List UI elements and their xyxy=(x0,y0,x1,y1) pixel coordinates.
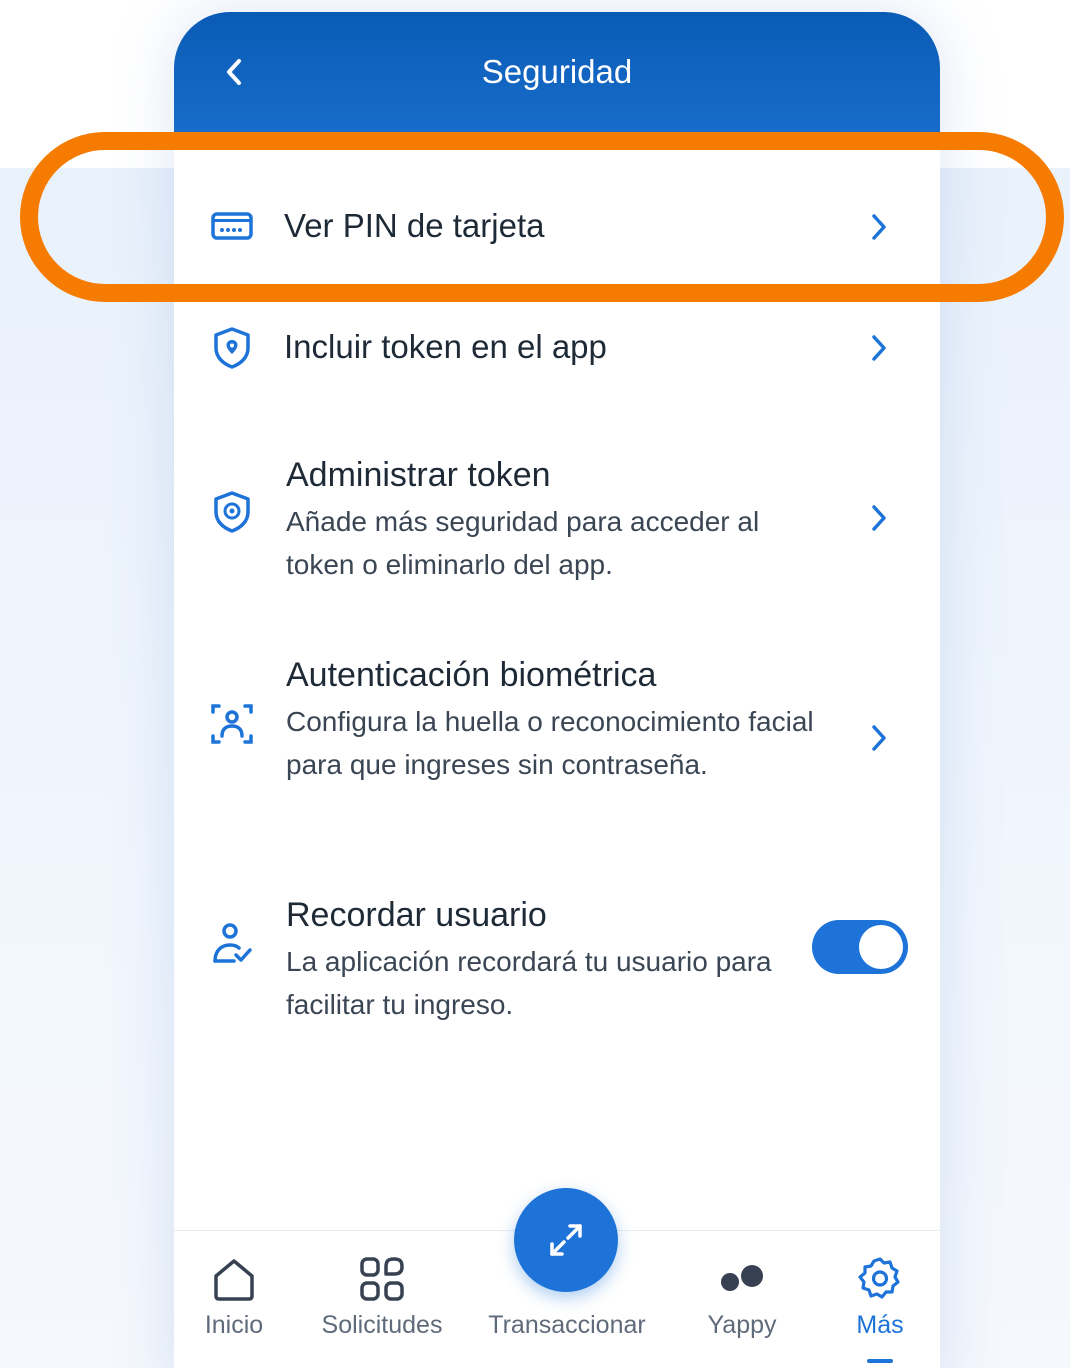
item-title: Incluir token en el app xyxy=(284,328,607,365)
yappy-icon xyxy=(716,1253,768,1305)
item-description: Añade más seguridad para acceder al toke… xyxy=(286,506,760,580)
nav-label: Transaccionar xyxy=(488,1311,646,1339)
nav-item-mas[interactable]: Más xyxy=(824,1231,936,1368)
nav-label: Solicitudes xyxy=(321,1311,443,1339)
chevron-right-icon xyxy=(862,498,896,538)
item-title: Administrar token xyxy=(286,456,551,494)
header-bar: Seguridad xyxy=(174,12,940,150)
list-item-incluir-token[interactable]: Incluir token en el app xyxy=(174,312,940,384)
grid-icon xyxy=(356,1253,408,1305)
gear-icon xyxy=(854,1253,906,1305)
transaccionar-button[interactable] xyxy=(514,1188,618,1292)
chevron-right-icon xyxy=(862,718,896,758)
toggle-knob xyxy=(859,925,903,969)
user-check-icon xyxy=(208,920,256,968)
shield-gear-icon xyxy=(208,488,256,536)
nav-label: Yappy xyxy=(707,1311,777,1339)
list-item-recordar-usuario: Recordar usuario La aplicación recordará… xyxy=(174,880,940,1030)
nav-label: Más xyxy=(856,1311,904,1339)
shield-location-icon xyxy=(208,324,256,372)
item-title: Recordar usuario xyxy=(286,896,547,934)
remember-user-toggle[interactable] xyxy=(812,920,908,974)
page-title: Seguridad xyxy=(481,53,633,90)
nav-item-yappy[interactable]: Yappy xyxy=(684,1231,800,1368)
face-scan-icon xyxy=(208,700,256,748)
item-description: La aplicación recordará tu usuario para … xyxy=(286,946,772,1020)
active-indicator xyxy=(867,1359,893,1363)
nav-item-solicitudes[interactable]: Solicitudes xyxy=(308,1231,456,1368)
transfer-arrows-icon xyxy=(550,1224,582,1256)
home-icon xyxy=(208,1253,260,1305)
item-description: Configura la huella o reconocimiento fac… xyxy=(286,706,814,780)
nav-label: Inicio xyxy=(204,1311,264,1339)
item-title: Autenticación biométrica xyxy=(286,656,657,694)
nav-item-inicio[interactable]: Inicio xyxy=(174,1231,294,1368)
list-item-autenticacion-biometrica[interactable]: Autenticación biométrica Configura la hu… xyxy=(174,640,940,830)
chevron-right-icon xyxy=(862,328,896,368)
highlight-outline xyxy=(20,132,1064,302)
list-item-administrar-token[interactable]: Administrar token Añade más seguridad pa… xyxy=(174,440,940,590)
